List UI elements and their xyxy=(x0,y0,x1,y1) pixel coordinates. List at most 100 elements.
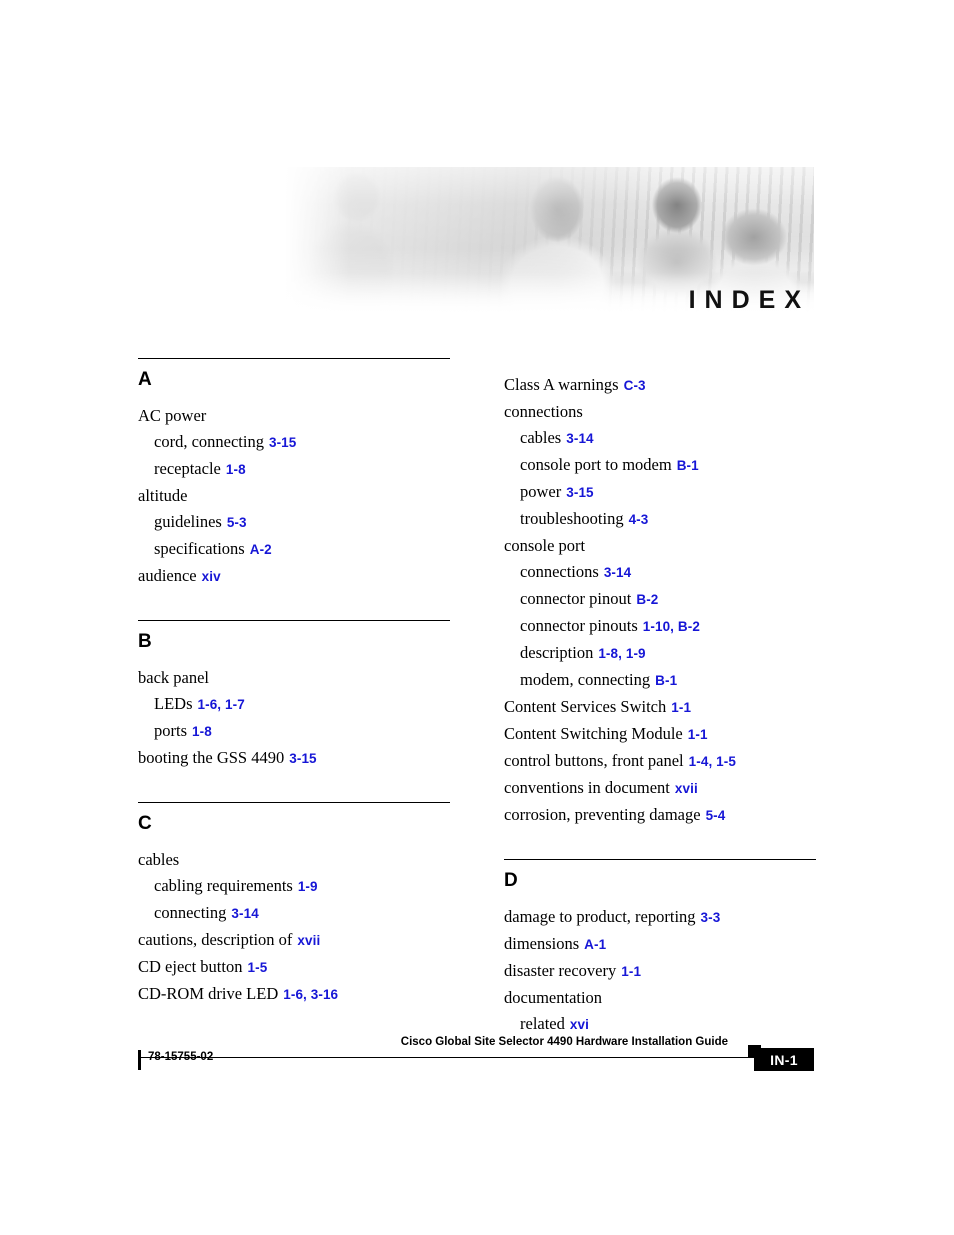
index-page-reference[interactable]: xvii xyxy=(297,933,320,948)
index-column-left: A AC power cord, connecting 3-15 receptacle 1… xyxy=(138,358,450,1008)
index-page-reference[interactable]: 3-3 xyxy=(701,910,721,925)
index-entry-label: back panel xyxy=(138,668,210,687)
index-page-reference[interactable]: 1-1 xyxy=(621,964,641,979)
index-entry-label: documentation xyxy=(504,988,603,1007)
index-page-reference[interactable]: 3-15 xyxy=(289,751,316,766)
index-entry: conventions in document xvii xyxy=(504,775,816,802)
index-entry: description 1-8, 1-9 xyxy=(504,640,816,667)
index-entry-label: console port xyxy=(504,536,586,555)
index-entry: console port xyxy=(504,533,816,559)
index-entry-label: power xyxy=(520,482,562,501)
index-page-reference[interactable]: 1-8, 1-9 xyxy=(598,646,645,661)
index-entry: Content Services Switch 1-1 xyxy=(504,694,816,721)
index-entry-label: Content Services Switch xyxy=(504,697,667,716)
letter-section-divider xyxy=(138,802,450,803)
index-entry: LEDs 1-6, 1-7 xyxy=(138,691,450,718)
index-entry-label: LEDs xyxy=(154,694,193,713)
page-title: INDEX xyxy=(688,286,810,314)
index-entry: altitude xyxy=(138,483,450,509)
index-page-reference[interactable]: 1-5 xyxy=(247,960,267,975)
letter-heading-c: C xyxy=(138,813,152,834)
index-entry: control buttons, front panel 1-4, 1-5 xyxy=(504,748,816,775)
index-entry: cables 3-14 xyxy=(504,425,816,452)
index-page-reference[interactable]: B-1 xyxy=(677,458,699,473)
index-entry-label: connecting xyxy=(154,903,227,922)
index-entry: back panel xyxy=(138,665,450,691)
index-entry-list: AC power cord, connecting 3-15 receptacle 1-… xyxy=(138,403,450,590)
index-entry-label: cabling requirements xyxy=(154,876,293,895)
index-letter-section: Bback panel LEDs 1-6, 1-7 ports 1-8 booting t… xyxy=(138,620,450,772)
index-page-reference[interactable]: 1-4, 1-5 xyxy=(689,754,736,769)
index-entry-list: back panel LEDs 1-6, 1-7 ports 1-8 booting th… xyxy=(138,665,450,772)
index-entry-label: modem, connecting xyxy=(520,670,651,689)
index-entry-list: Class A warnings C-3 connections cables 3-14… xyxy=(504,372,816,829)
index-entry: CD eject button 1-5 xyxy=(138,954,450,981)
index-page-reference[interactable]: B-2 xyxy=(636,592,658,607)
index-page-reference[interactable]: 3-14 xyxy=(231,906,258,921)
letter-section-divider xyxy=(138,358,450,359)
index-entry: receptacle 1-8 xyxy=(138,456,450,483)
index-entry: cord, connecting 3-15 xyxy=(138,429,450,456)
index-entry: console port to modem B-1 xyxy=(504,452,816,479)
index-entry: specifications A-2 xyxy=(138,536,450,563)
index-entry-list: damage to product, reporting 3-3 dimension… xyxy=(504,904,816,1038)
index-entry: modem, connecting B-1 xyxy=(504,667,816,694)
index-entry-label: CD eject button xyxy=(138,957,243,976)
letter-heading-b: B xyxy=(138,631,152,652)
index-letter-section: A AC power cord, connecting 3-15 receptacle 1… xyxy=(138,358,450,590)
index-column-right: Class A warnings C-3 connections cables 3-14… xyxy=(504,358,816,1038)
index-page-reference[interactable]: 1-9 xyxy=(298,879,318,894)
index-entry: guidelines 5-3 xyxy=(138,509,450,536)
index-page-reference[interactable]: A-1 xyxy=(584,937,606,952)
index-page-reference[interactable]: 4-3 xyxy=(629,512,649,527)
index-entry-label: connector pinout xyxy=(520,589,632,608)
index-page-reference[interactable]: 1-8 xyxy=(226,462,246,477)
index-page-reference[interactable]: 3-15 xyxy=(269,435,296,450)
index-page-reference[interactable]: B-1 xyxy=(655,673,677,688)
index-entry-label: damage to product, reporting xyxy=(504,907,696,926)
footer-divider xyxy=(138,1057,754,1058)
index-entry: CD-ROM drive LED 1-6, 3-16 xyxy=(138,981,450,1008)
index-entry: disaster recovery 1-1 xyxy=(504,958,816,985)
letter-section-divider xyxy=(138,620,450,621)
index-page-reference[interactable]: 5-3 xyxy=(227,515,247,530)
index-entry-label: AC power xyxy=(138,406,207,425)
index-page-reference[interactable]: 1-6, 3-16 xyxy=(283,987,338,1002)
footer-guide-title: Cisco Global Site Selector 4490 Hardware… xyxy=(400,1036,728,1048)
index-page-reference[interactable]: 1-6, 1-7 xyxy=(198,697,245,712)
index-page-reference[interactable]: 3-14 xyxy=(604,565,631,580)
index-entry-label: description xyxy=(520,643,594,662)
index-entry: troubleshooting 4-3 xyxy=(504,506,816,533)
index-page-reference[interactable]: A-2 xyxy=(250,542,272,557)
index-page-reference[interactable]: 5-4 xyxy=(706,808,726,823)
index-entry-label: receptacle xyxy=(154,459,221,478)
index-entry-label: connections xyxy=(504,402,583,421)
index-page-reference[interactable]: C-3 xyxy=(624,378,646,393)
index-page-reference[interactable]: xiv xyxy=(202,569,221,584)
index-entry-label: conventions in document xyxy=(504,778,670,797)
index-entry-label: audience xyxy=(138,566,197,585)
index-page-reference[interactable]: 3-14 xyxy=(566,431,593,446)
index-entry: damage to product, reporting 3-3 xyxy=(504,904,816,931)
index-page-reference[interactable]: 1-1 xyxy=(671,700,691,715)
index-letter-section: Class A warnings C-3 connections cables 3-14… xyxy=(504,372,816,829)
index-entry: dimensions A-1 xyxy=(504,931,816,958)
index-entry-label: Content Switching Module xyxy=(504,724,683,743)
index-page-reference[interactable]: 3-15 xyxy=(566,485,593,500)
index-page-reference[interactable]: xvii xyxy=(675,781,698,796)
footer-doc-number: 78-15755-02 xyxy=(148,1051,214,1063)
index-entry-label: console port to modem xyxy=(520,455,672,474)
index-entry-label: cables xyxy=(520,428,562,447)
index-entry: documentation xyxy=(504,985,816,1011)
index-entry: connections xyxy=(504,399,816,425)
index-page-reference[interactable]: 1-8 xyxy=(192,724,212,739)
index-page-reference[interactable]: 1-1 xyxy=(688,727,708,742)
index-page-reference[interactable]: 1-10, B-2 xyxy=(643,619,700,634)
index-entry: AC power xyxy=(138,403,450,429)
index-entry-label: specifications xyxy=(154,539,245,558)
index-entry: connector pinout B-2 xyxy=(504,586,816,613)
index-entry: corrosion, preventing damage 5-4 xyxy=(504,802,816,829)
